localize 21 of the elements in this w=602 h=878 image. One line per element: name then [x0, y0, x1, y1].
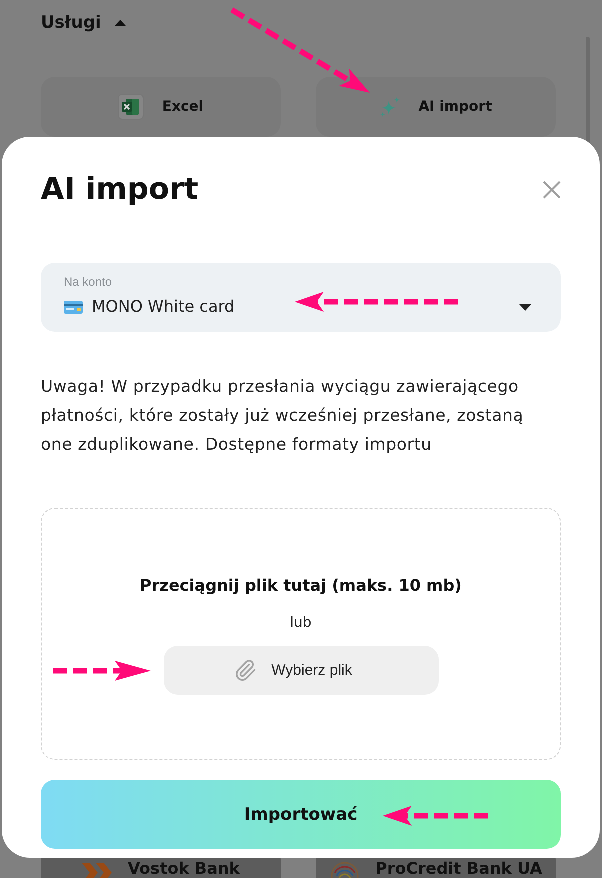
separator-text: lub: [290, 614, 312, 632]
notice-text: Uwaga! W przypadku przesłania wyciągu zawierającego płatności, które zostały już wcześniej przesłane, zostaną one zduplikowane. Dostępne formaty importu: [41, 376, 525, 456]
section-toggle[interactable]: Usługi: [41, 0, 126, 45]
import-button[interactable]: Importować: [41, 780, 561, 849]
sparkle-icon: [380, 96, 401, 118]
select-value: MONO White card: [92, 296, 235, 318]
close-icon: [543, 181, 561, 199]
account-select[interactable]: Na konto MONO White card: [41, 263, 561, 332]
paperclip-icon: [234, 659, 257, 682]
credit-card-icon: [64, 300, 83, 314]
dialog-title: AI import: [41, 171, 199, 209]
file-dropzone[interactable]: Przeciągnij plik tutaj (maks. 10 mb) lub Wybierz plik: [41, 508, 561, 760]
spreadsheet-icon: [118, 94, 144, 120]
choose-file-button[interactable]: Wybierz plik: [164, 646, 438, 695]
close-button[interactable]: [543, 181, 561, 199]
service-button[interactable]: AI import: [316, 77, 556, 137]
caret-icon: [519, 304, 532, 310]
service-button[interactable]: Excel: [41, 77, 281, 137]
dropzone-heading: Przeciągnij plik tutaj (maks. 10 mb): [140, 575, 462, 597]
double-chevron-icon: [82, 861, 112, 878]
field-label: Na konto: [64, 275, 112, 289]
